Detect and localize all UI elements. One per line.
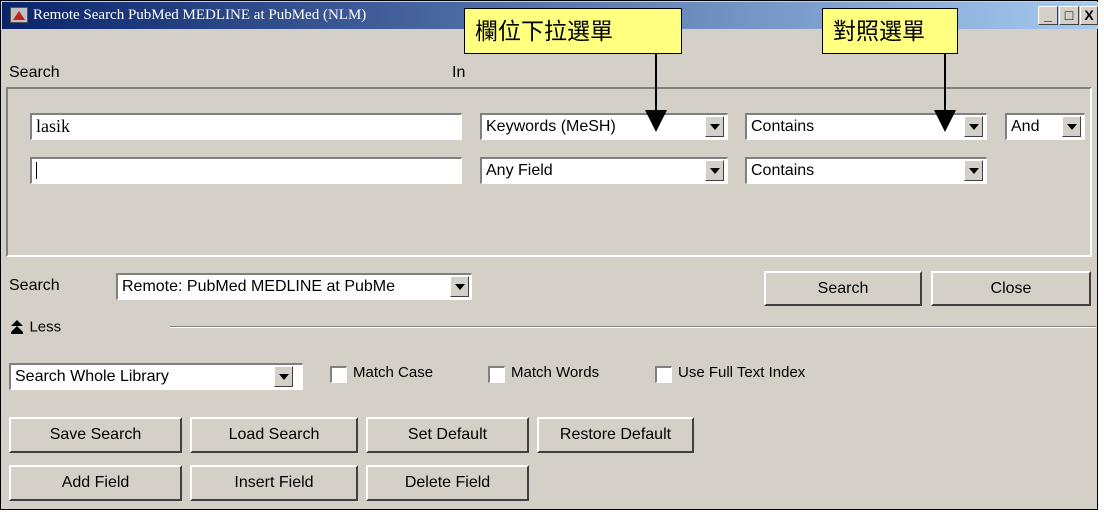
search-target-select[interactable]: Remote: PubMed MEDLINE at PubMe	[116, 273, 472, 300]
scope-value: Search Whole Library	[15, 368, 169, 385]
load-search-button[interactable]: Load Search	[190, 417, 358, 453]
chevron-down-icon[interactable]	[450, 276, 469, 297]
search-target-value: Remote: PubMed MEDLINE at PubMe	[122, 278, 396, 295]
chevron-down-icon[interactable]	[1062, 116, 1081, 137]
full-text-index-label: Use Full Text Index	[678, 364, 806, 381]
field-select-2-value: Any Field	[486, 162, 553, 179]
close-button[interactable]: Close	[931, 271, 1091, 306]
chevron-down-icon[interactable]	[274, 366, 293, 387]
up-arrow-icon	[9, 319, 25, 335]
comparison-select-2-value: Contains	[751, 162, 815, 179]
minimize-button[interactable]: _	[1038, 6, 1058, 25]
chevron-down-icon[interactable]	[964, 116, 983, 137]
less-toggle[interactable]: Less	[9, 318, 61, 338]
search-button[interactable]: Search	[764, 271, 922, 306]
field-dropdown-callout: 欄位下拉選單	[464, 8, 682, 54]
search-label: Search	[9, 64, 60, 81]
comparison-select-2[interactable]: Contains	[745, 157, 987, 184]
restore-default-button[interactable]: Restore Default	[537, 417, 694, 453]
match-words-checkbox[interactable]	[488, 366, 505, 383]
field-select-1[interactable]: Keywords (MeSH)	[480, 113, 728, 140]
search-term-input-2[interactable]	[30, 157, 462, 184]
field-select-1-value: Keywords (MeSH)	[486, 118, 616, 135]
set-default-button[interactable]: Set Default	[366, 417, 529, 453]
search-target-label: Search	[9, 277, 60, 294]
comparison-select-1-value: Contains	[751, 118, 815, 135]
app-icon[interactable]	[10, 7, 28, 23]
chevron-down-icon[interactable]	[705, 116, 724, 137]
insert-field-button[interactable]: Insert Field	[190, 465, 358, 501]
match-words-label: Match Words	[511, 364, 600, 381]
text-caret	[36, 162, 37, 180]
close-window-button[interactable]: X	[1080, 6, 1098, 25]
down-arrow-icon	[934, 110, 956, 132]
down-arrow-icon	[645, 110, 667, 132]
full-text-index-checkbox[interactable]	[655, 366, 672, 383]
match-case-label: Match Case	[353, 364, 434, 381]
chevron-down-icon[interactable]	[964, 160, 983, 181]
chevron-down-icon[interactable]	[705, 160, 724, 181]
maximize-button[interactable]: □	[1059, 6, 1079, 25]
scope-select[interactable]: Search Whole Library	[9, 363, 303, 390]
comparison-menu-callout: 對照選單	[822, 8, 958, 54]
window-title: Remote Search PubMed MEDLINE at PubMed (…	[33, 7, 367, 23]
match-case-checkbox[interactable]	[330, 366, 347, 383]
separator-line	[170, 326, 1096, 328]
bool-select-1-value: And	[1011, 118, 1040, 135]
search-term-input-1[interactable]: lasik	[30, 113, 462, 140]
field-select-2[interactable]: Any Field	[480, 157, 728, 184]
less-label: Less	[29, 318, 62, 336]
add-field-button[interactable]: Add Field	[9, 465, 182, 501]
save-search-button[interactable]: Save Search	[9, 417, 182, 453]
delete-field-button[interactable]: Delete Field	[366, 465, 529, 501]
in-label: In	[452, 64, 466, 81]
